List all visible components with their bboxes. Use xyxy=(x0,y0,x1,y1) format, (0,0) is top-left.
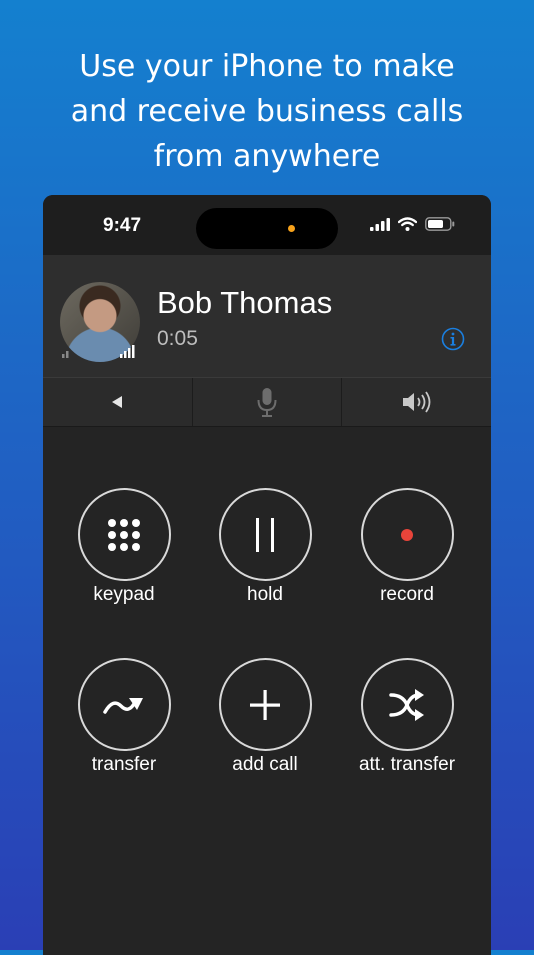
keypad-icon xyxy=(108,518,140,551)
keypad-action[interactable]: keypad xyxy=(59,488,189,606)
transfer-action[interactable]: transfer xyxy=(59,658,189,776)
phone-screen: 9:47 Bob Thomas 0:05 keypad hold record … xyxy=(43,195,491,955)
call-control-bar xyxy=(43,378,491,427)
transfer-button[interactable] xyxy=(77,658,171,751)
transfer-label: transfer xyxy=(91,754,157,775)
mute-microphone-icon xyxy=(257,388,277,417)
back-button[interactable] xyxy=(43,378,193,426)
headline-line-3: from anywhere xyxy=(153,139,381,174)
add-call-button[interactable] xyxy=(218,658,312,751)
shuffle-icon xyxy=(389,688,424,721)
mic-indicator-dot xyxy=(288,225,295,232)
back-arrow-icon xyxy=(112,396,123,408)
record-action[interactable]: record xyxy=(342,488,472,606)
record-button[interactable] xyxy=(360,488,454,581)
status-time: 9:47 xyxy=(103,215,142,236)
wifi-icon xyxy=(398,217,417,231)
headline: Use your iPhone to make and receive busi… xyxy=(0,44,534,179)
attended-transfer-action[interactable]: att. transfer xyxy=(342,658,472,776)
pause-icon xyxy=(256,517,274,552)
headline-line-2: and receive business calls xyxy=(70,94,464,129)
keypad-button[interactable] xyxy=(77,488,171,581)
dynamic-island xyxy=(196,208,338,249)
caller-name: Bob Thomas xyxy=(157,285,333,320)
add-call-label: add call xyxy=(232,754,298,775)
hold-action[interactable]: hold xyxy=(200,488,330,606)
caller-avatar xyxy=(60,282,140,362)
record-icon xyxy=(401,528,413,541)
battery-icon xyxy=(425,217,455,231)
speaker-button[interactable] xyxy=(342,378,491,426)
plus-icon xyxy=(250,689,280,720)
call-duration: 0:05 xyxy=(157,327,198,350)
speaker-icon xyxy=(402,391,431,413)
attended-transfer-label: att. transfer xyxy=(358,754,456,775)
hold-button[interactable] xyxy=(218,488,312,581)
transfer-arrow-icon xyxy=(103,697,143,714)
mute-button[interactable] xyxy=(193,378,343,426)
status-icons xyxy=(370,217,455,231)
call-header: Bob Thomas 0:05 xyxy=(43,255,491,378)
add-call-action[interactable]: add call xyxy=(200,658,330,776)
hold-label: hold xyxy=(247,584,283,605)
keypad-label: keypad xyxy=(93,584,155,605)
status-bar: 9:47 xyxy=(43,195,491,255)
attended-transfer-button[interactable] xyxy=(360,658,454,751)
info-icon[interactable] xyxy=(441,327,465,351)
cellular-signal-icon xyxy=(370,217,390,231)
call-quality-bars-icon xyxy=(62,345,135,358)
record-label: record xyxy=(380,584,434,605)
headline-line-1: Use your iPhone to make xyxy=(79,49,455,84)
